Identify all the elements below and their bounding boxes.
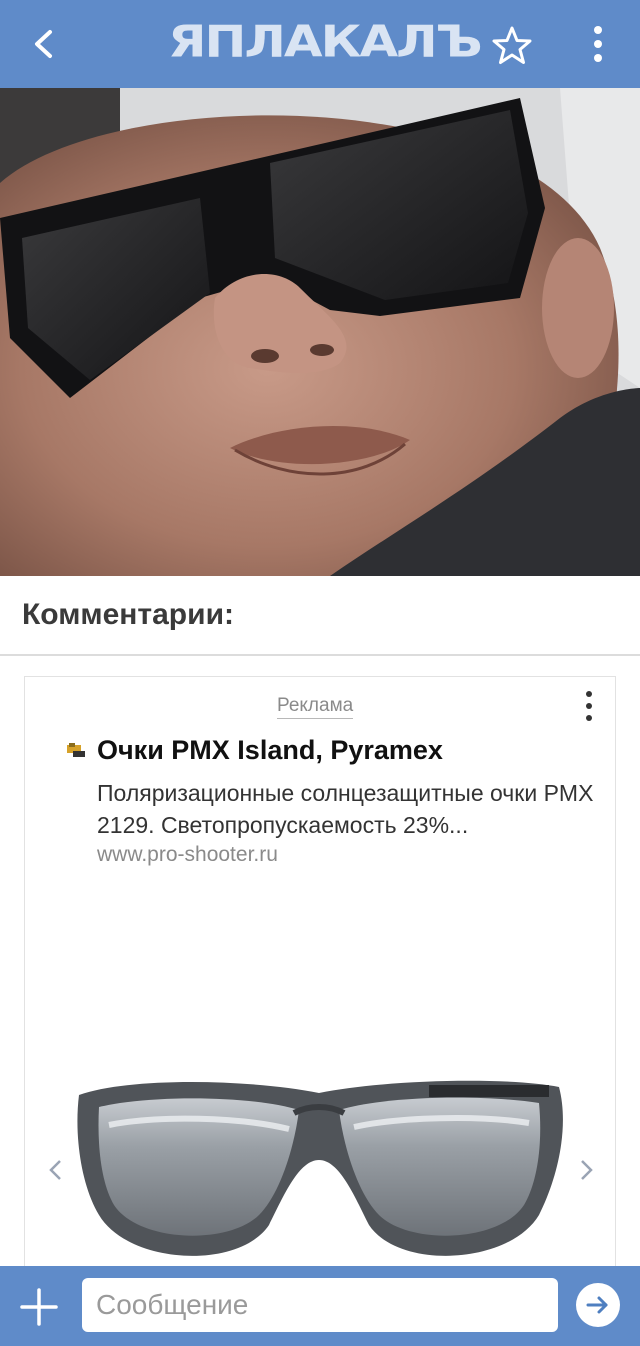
chevron-right-icon	[581, 1160, 593, 1180]
sunglasses-product-image[interactable]	[69, 1065, 569, 1276]
favorite-button[interactable]	[490, 24, 534, 68]
message-input[interactable]	[82, 1278, 558, 1332]
ad-url[interactable]: www.pro-shooter.ru	[97, 843, 278, 867]
chevron-left-icon	[49, 1160, 61, 1180]
divider	[0, 654, 640, 656]
more-vertical-icon	[586, 691, 592, 721]
ad-label[interactable]: Реклама	[277, 695, 354, 719]
ad-next-button[interactable]	[573, 1155, 599, 1185]
star-icon	[492, 26, 532, 64]
top-app-bar: ЯПЛАКАЛЪ	[0, 0, 640, 88]
ad-menu-button[interactable]	[579, 689, 599, 725]
send-button[interactable]	[576, 1283, 620, 1327]
more-vertical-icon	[594, 26, 602, 62]
ad-description: Поляризационные солнцезащитные очки PMX …	[97, 780, 594, 838]
ad-favicon-icon	[67, 743, 85, 757]
comments-heading: Комментарии:	[22, 598, 235, 631]
more-menu-button[interactable]	[580, 22, 616, 66]
attach-button[interactable]	[18, 1286, 60, 1328]
site-logo[interactable]: ЯПЛАКАЛЪ	[168, 14, 483, 74]
ad-title[interactable]: Очки PMX Island, Pyramex	[97, 735, 443, 766]
back-button[interactable]	[22, 22, 66, 66]
back-arrow-icon	[35, 30, 52, 58]
message-composer	[0, 1266, 640, 1346]
post-photo[interactable]	[0, 88, 640, 576]
plus-icon	[20, 1288, 58, 1326]
logo-text: ЯПЛАКАЛЪ	[168, 16, 483, 68]
ad-prev-button[interactable]	[43, 1155, 69, 1185]
photo-man-sunglasses	[0, 88, 640, 576]
ad-card[interactable]: Реклама Очки PMX Island, Pyramex Поляриз…	[24, 676, 616, 1276]
arrow-right-icon	[586, 1296, 608, 1314]
